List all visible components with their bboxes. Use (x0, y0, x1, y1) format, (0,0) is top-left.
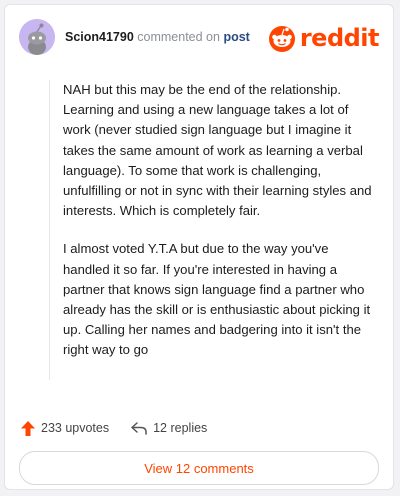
comment-footer: 233 upvotes 12 replies (21, 417, 377, 439)
reply-count: 12 replies (153, 421, 208, 435)
view-comments-button[interactable]: View 12 comments (19, 451, 379, 485)
comment-paragraph-1: NAH but this may be the end of the relat… (63, 82, 372, 219)
reply-arrow-icon (131, 421, 147, 435)
reddit-brand[interactable]: reddit (268, 23, 380, 53)
comment-body: NAH but this may be the end of the relat… (49, 80, 376, 380)
upvote-arrow-icon (21, 420, 35, 436)
post-link[interactable]: post (223, 30, 249, 44)
replies-button[interactable]: 12 replies (131, 421, 207, 435)
username-link[interactable]: Scion41790 (65, 30, 134, 44)
comment-meta: Scion41790 commented on post (65, 30, 250, 44)
comment-paragraph-2: I almost voted Y.T.A but due to the way … (63, 241, 371, 358)
reddit-logo-icon (268, 26, 295, 52)
comment-header: Scion41790 commented on post reddit (19, 19, 380, 55)
snoo-avatar-icon (19, 19, 55, 55)
reddit-wordmark: reddit (299, 24, 380, 52)
upvote-count: 233 upvotes (41, 421, 110, 435)
upvote-button[interactable]: 233 upvotes (21, 420, 110, 436)
comment-card: Scion41790 commented on post reddit NAH … (4, 4, 394, 490)
user-avatar[interactable] (19, 19, 55, 55)
action-text: commented on (137, 30, 220, 44)
